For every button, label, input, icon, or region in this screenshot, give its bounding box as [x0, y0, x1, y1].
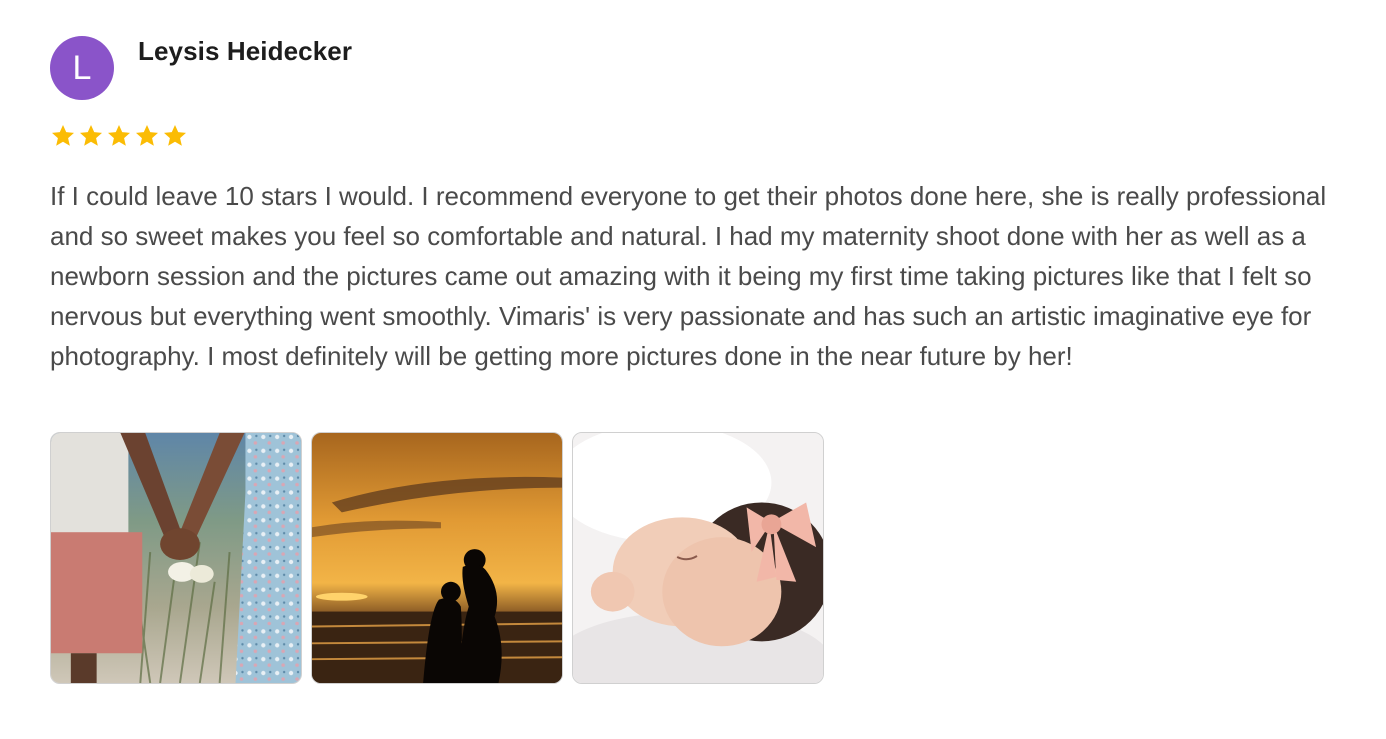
avatar[interactable]: L — [50, 36, 114, 100]
star-icon — [136, 124, 158, 146]
star-icon — [80, 124, 102, 146]
star-icon — [108, 124, 130, 146]
star-rating — [50, 123, 188, 149]
avatar-initial: L — [72, 48, 92, 87]
review-text: If I could leave 10 stars I would. I rec… — [50, 181, 1327, 371]
photo-newborn-with-bow[interactable] — [572, 432, 824, 684]
photo-holding-hands-baby-shoes[interactable] — [50, 432, 302, 684]
star-icon — [52, 124, 74, 146]
review-photos — [50, 432, 824, 684]
photo-sunset-maternity-silhouette[interactable] — [311, 432, 563, 684]
star-icon — [164, 124, 186, 146]
reviewer-name[interactable]: Leysis Heidecker — [138, 36, 352, 67]
